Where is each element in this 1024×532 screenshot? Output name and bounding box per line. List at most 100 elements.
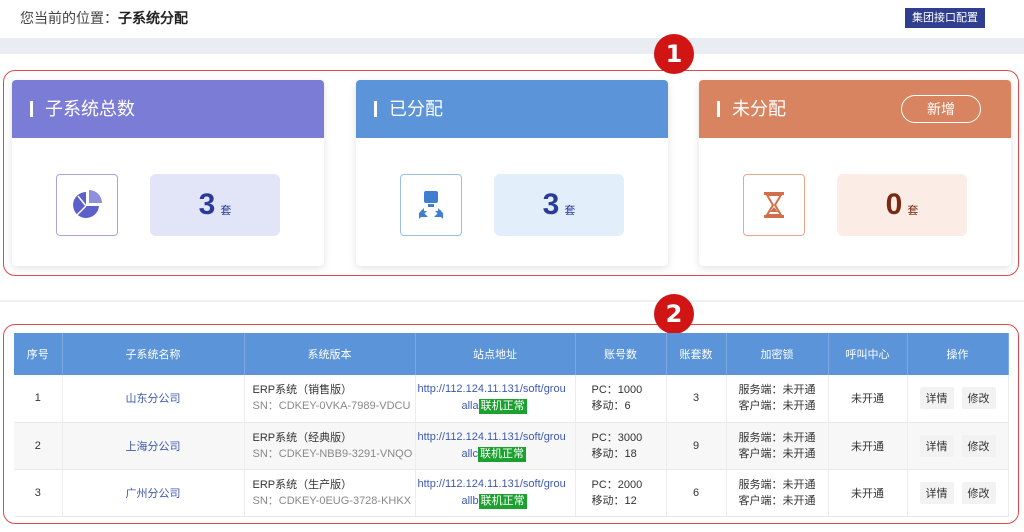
breadcrumb-prefix: 您当前的位置： <box>20 10 118 26</box>
row-lock: 服务端：未开通 客户端：未开通 <box>726 469 829 517</box>
card-title: 未分配 <box>732 99 786 119</box>
table-row: 2 上海分公司 ERP系统（经典版） SN：CDKEY-NBB9-3291-VNQ… <box>14 422 1009 470</box>
client-lock: 客户端：未开通 <box>738 447 816 460</box>
breadcrumb: 您当前的位置：子系统分配 <box>20 8 188 28</box>
online-status-badge: 联机正常 <box>478 399 527 415</box>
card-assigned: 已分配 3套 <box>356 80 668 266</box>
count-unit: 套 <box>907 205 919 217</box>
row-call-center: 未开通 <box>828 469 908 517</box>
site-url-link[interactable]: http://112.124.11.131/soft/grou <box>418 383 566 395</box>
card-header: 已分配 <box>356 80 668 138</box>
card-unassigned: 未分配 新增 0套 <box>699 80 1011 266</box>
row-name-link[interactable]: 山东分公司 <box>62 375 245 423</box>
row-index: 2 <box>14 422 63 470</box>
count-unit: 套 <box>564 205 576 217</box>
annotation-badge-2: 2 <box>654 294 694 334</box>
version-name: ERP系统（销售版） <box>252 384 353 397</box>
pie-chart-icon <box>56 174 118 236</box>
header-lock: 加密锁 <box>726 333 829 375</box>
count-value: 0 <box>885 188 904 221</box>
table-header-row: 序号 子系统名称 系统版本 站点地址 账号数 账套数 加密锁 呼叫中心 操作 <box>14 333 1009 375</box>
header-actions: 操作 <box>907 333 1009 375</box>
online-status-badge: 联机正常 <box>478 446 527 462</box>
header-index: 序号 <box>14 333 63 375</box>
detail-button[interactable]: 详情 <box>919 434 954 457</box>
header-accounts: 账号数 <box>575 333 667 375</box>
row-accounts: PC：3000 移动：18 <box>575 422 667 470</box>
online-status-badge: 联机正常 <box>478 493 527 509</box>
mobile-accounts: 移动：18 <box>591 447 637 460</box>
header-version: 系统版本 <box>244 333 416 375</box>
site-url-suffix: allb <box>461 494 479 507</box>
group-api-config-button[interactable]: 集团接口配置 <box>905 8 985 28</box>
detail-button[interactable]: 详情 <box>919 481 954 504</box>
row-actions: 详情 修改 <box>907 375 1009 423</box>
mobile-accounts: 移动：6 <box>591 400 631 413</box>
table-row: 3 广州分公司 ERP系统（生产版） SN：CDKEY-0EUG-3728-KHK… <box>14 469 1009 517</box>
card-total-subsystems: 子系统总数 3套 <box>12 80 324 266</box>
row-call-center: 未开通 <box>828 375 908 423</box>
row-index: 1 <box>14 375 63 423</box>
title-bar-marker <box>30 101 33 117</box>
header-name: 子系统名称 <box>62 333 245 375</box>
header-sets: 账套数 <box>666 333 727 375</box>
count-box: 3套 <box>150 174 280 236</box>
card-header: 未分配 新增 <box>699 80 1011 138</box>
edit-button[interactable]: 修改 <box>961 481 996 504</box>
section-divider <box>0 300 1024 302</box>
row-index: 3 <box>14 469 63 517</box>
server-lock: 服务端：未开通 <box>738 478 816 491</box>
row-name-link[interactable]: 广州分公司 <box>62 469 245 517</box>
title-bar-marker <box>374 101 377 117</box>
header-site: 站点地址 <box>415 333 576 375</box>
count-box: 0套 <box>837 174 967 236</box>
add-button[interactable]: 新增 <box>901 95 981 123</box>
client-lock: 客户端：未开通 <box>738 494 816 507</box>
card-title: 已分配 <box>389 99 443 119</box>
top-bar: 您当前的位置：子系统分配 集团接口配置 <box>0 0 1024 38</box>
edit-button[interactable]: 修改 <box>961 387 996 410</box>
card-header: 子系统总数 <box>12 80 324 138</box>
row-actions: 详情 修改 <box>907 469 1009 517</box>
annotation-badge-1: 1 <box>654 34 694 74</box>
site-url-suffix: allc <box>461 447 479 460</box>
distribute-icon <box>400 174 462 236</box>
card-title: 子系统总数 <box>45 99 135 119</box>
version-name: ERP系统（经典版） <box>252 431 353 444</box>
site-url-suffix: alla <box>461 400 479 413</box>
section-strip <box>0 38 1024 54</box>
server-lock: 服务端：未开通 <box>738 431 816 444</box>
row-version: ERP系统（经典版） SN：CDKEY-NBB9-3291-VNQO <box>244 422 416 470</box>
edit-button[interactable]: 修改 <box>961 434 996 457</box>
version-sn: SN：CDKEY-NBB9-3291-VNQO <box>252 447 413 460</box>
row-sets: 3 <box>666 375 727 423</box>
row-accounts: PC：1000 移动：6 <box>575 375 667 423</box>
row-call-center: 未开通 <box>828 422 908 470</box>
row-accounts: PC：2000 移动：12 <box>575 469 667 517</box>
row-actions: 详情 修改 <box>907 422 1009 470</box>
pc-accounts: PC：3000 <box>591 431 643 444</box>
row-site: http://112.124.11.131/soft/grou allb 联机正常 <box>415 469 576 517</box>
subsystem-table: 序号 子系统名称 系统版本 站点地址 账号数 账套数 加密锁 呼叫中心 操作 1… <box>14 333 1009 517</box>
mobile-accounts: 移动：12 <box>591 494 637 507</box>
count-value: 3 <box>542 188 561 221</box>
version-name: ERP系统（生产版） <box>252 478 353 491</box>
count-value: 3 <box>198 188 217 221</box>
detail-button[interactable]: 详情 <box>919 387 954 410</box>
site-url-link[interactable]: http://112.124.11.131/soft/grou <box>418 478 566 490</box>
row-lock: 服务端：未开通 客户端：未开通 <box>726 422 829 470</box>
pc-accounts: PC：2000 <box>591 478 643 491</box>
row-version: ERP系统（销售版） SN：CDKEY-0VKA-7989-VDCU <box>244 375 416 423</box>
client-lock: 客户端：未开通 <box>738 400 816 413</box>
count-unit: 套 <box>220 205 232 217</box>
row-sets: 9 <box>666 422 727 470</box>
row-name-link[interactable]: 上海分公司 <box>62 422 245 470</box>
row-site: http://112.124.11.131/soft/grou allc 联机正常 <box>415 422 576 470</box>
server-lock: 服务端：未开通 <box>738 384 816 397</box>
title-bar-marker <box>717 101 720 117</box>
version-sn: SN：CDKEY-0EUG-3728-KHKX <box>252 494 412 507</box>
breadcrumb-current: 子系统分配 <box>118 10 188 26</box>
count-box: 3套 <box>494 174 624 236</box>
site-url-link[interactable]: http://112.124.11.131/soft/grou <box>418 431 566 443</box>
version-sn: SN：CDKEY-0VKA-7989-VDCU <box>252 400 411 413</box>
